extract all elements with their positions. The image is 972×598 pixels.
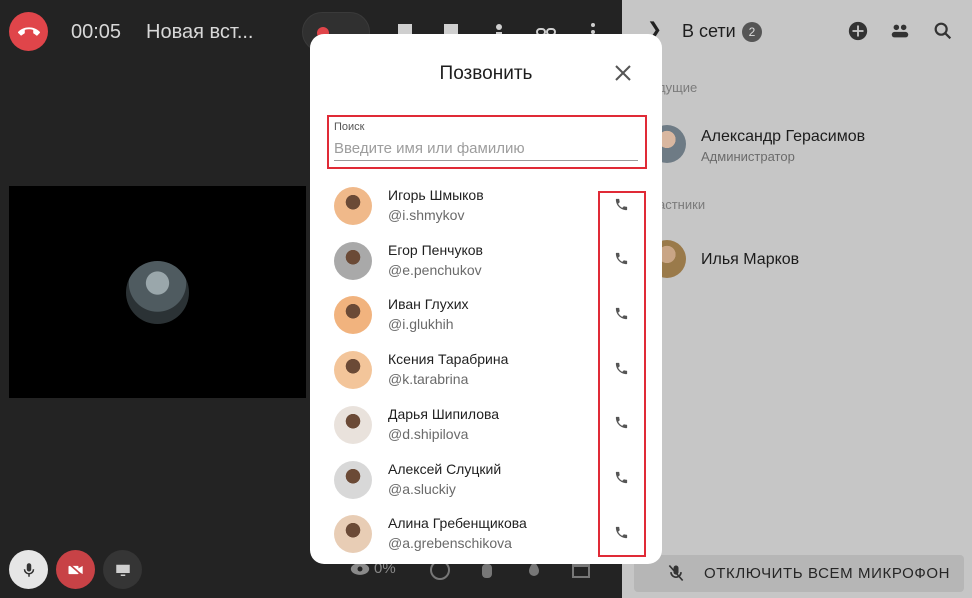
contact-handle: @k.tarabrina bbox=[388, 371, 469, 388]
contact-avatar bbox=[334, 515, 372, 554]
call-buttons-highlight bbox=[598, 191, 646, 557]
monitor-icon bbox=[115, 564, 130, 576]
camera-off-icon bbox=[67, 562, 84, 577]
online-count-badge: 2 bbox=[742, 22, 762, 42]
contact-name: Алина Гребенщикова bbox=[388, 515, 527, 532]
search-field: Поиск bbox=[327, 115, 647, 169]
contact-avatar bbox=[334, 460, 372, 499]
contact-name: Ксения Тарабрина bbox=[388, 351, 509, 368]
contact-avatar bbox=[334, 241, 372, 280]
contact-avatar bbox=[334, 187, 372, 225]
close-icon[interactable] bbox=[613, 63, 633, 83]
participants-section-label: астники bbox=[658, 197, 706, 212]
panel-title: В сети bbox=[682, 21, 736, 41]
contact-name: Игорь Шмыков bbox=[388, 187, 484, 203]
people-icon[interactable] bbox=[889, 20, 911, 42]
mute-all-button[interactable]: ОТКЛЮЧИТЬ ВСЕМ МИКРОФОН bbox=[634, 555, 964, 592]
screen-share-button[interactable] bbox=[103, 550, 142, 589]
microphone-icon bbox=[23, 562, 34, 577]
mute-all-label: ОТКЛЮЧИТЬ ВСЕМ МИКРОФОН bbox=[704, 565, 951, 582]
contact-handle: @i.glukhih bbox=[388, 316, 454, 333]
contact-avatar bbox=[334, 296, 372, 335]
camera-off-button[interactable] bbox=[56, 550, 95, 589]
search-icon[interactable] bbox=[932, 20, 954, 42]
call-title: Новая вст... bbox=[146, 21, 254, 43]
participant-name: Илья Марков bbox=[701, 251, 800, 268]
contact-handle: @a.sluckiy bbox=[388, 480, 456, 497]
contact-handle: @d.shipilova bbox=[388, 425, 469, 442]
contact-avatar bbox=[334, 405, 372, 444]
contact-name: Иван Глухих bbox=[388, 296, 469, 313]
contact-handle: @e.penchukov bbox=[388, 261, 482, 278]
hangup-button[interactable] bbox=[9, 12, 48, 51]
contact-name: Алексей Слуцкий bbox=[388, 460, 502, 477]
search-label: Поиск bbox=[334, 121, 365, 133]
call-dialog: Позвонить Поиск Игорь Шмыков @i.shmykov Ег… bbox=[310, 34, 662, 564]
host-role: Администратор bbox=[701, 149, 795, 164]
participants-panel: ❯ В сети 2 дущие Александр Герасимов Адм… bbox=[622, 0, 972, 598]
dialog-title: Позвонить bbox=[439, 63, 533, 84]
call-timer: 00:05 bbox=[71, 21, 122, 43]
hosts-section-label: дущие bbox=[658, 80, 698, 95]
search-input[interactable] bbox=[334, 137, 638, 161]
mic-off-icon bbox=[668, 564, 684, 582]
contact-name: Егор Пенчуков bbox=[388, 241, 483, 258]
contact-handle: @a.grebenschikova bbox=[388, 535, 512, 552]
phone-hangup-icon bbox=[17, 26, 40, 36]
participant-video-avatar bbox=[126, 261, 189, 324]
contact-avatar bbox=[334, 351, 372, 390]
host-name: Александр Герасимов bbox=[701, 128, 866, 145]
microphone-button[interactable] bbox=[9, 550, 48, 589]
contact-name: Дарья Шипилова bbox=[388, 405, 500, 422]
contact-handle: @i.shmykov bbox=[388, 207, 465, 223]
add-circle-icon[interactable] bbox=[847, 20, 869, 42]
